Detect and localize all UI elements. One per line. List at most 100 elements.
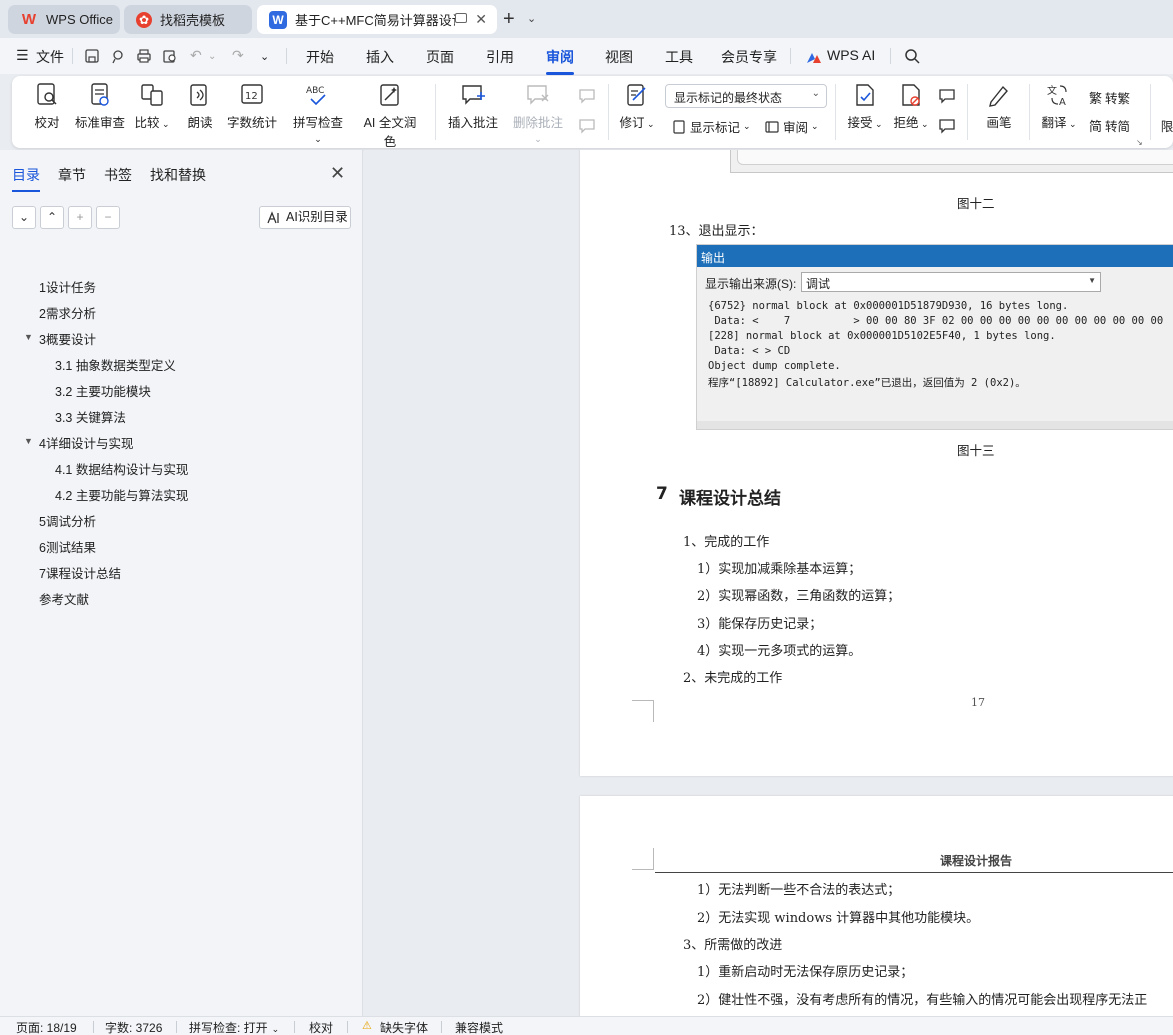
spell-check-indicator[interactable]: 拼写检查: 打开 ⌄	[189, 1019, 279, 1035]
paragraph: 3、所需做的改进	[683, 938, 783, 953]
toc-item[interactable]: 6测试结果	[39, 537, 96, 556]
export-pdf-icon[interactable]	[110, 48, 126, 64]
expand-triangle-icon[interactable]: ▼	[24, 332, 33, 342]
ai-polish-button[interactable]: AI 全文润色	[358, 82, 422, 150]
menu-review[interactable]: 审阅	[546, 47, 574, 75]
remove-heading-button[interactable]: −	[96, 206, 120, 229]
prev-change-icon[interactable]	[938, 88, 956, 104]
proofread-indicator[interactable]: 校对	[309, 1019, 333, 1035]
toc-item[interactable]: 3.1 抽象数据类型定义	[55, 355, 176, 374]
toc-item[interactable]: 3.3 关键算法	[55, 407, 126, 426]
tab-chapters[interactable]: 章节	[58, 165, 86, 185]
toc-item[interactable]: 5调试分析	[39, 511, 96, 530]
read-aloud-button[interactable]: 朗读	[186, 82, 214, 131]
save-icon[interactable]	[84, 48, 100, 64]
menu-reference[interactable]: 引用	[486, 47, 514, 67]
print-preview-icon[interactable]	[162, 48, 178, 64]
menu-file[interactable]: 文件	[36, 47, 64, 67]
print-icon[interactable]	[136, 48, 152, 64]
hamburger-icon[interactable]: ☰	[16, 47, 29, 64]
list-item: 1）无法判断一些不合法的表达式；	[697, 883, 901, 898]
menu-view[interactable]: 视图	[605, 47, 633, 67]
page-indicator[interactable]: 页面: 18/19	[16, 1019, 77, 1035]
close-pane-icon[interactable]: ✕	[330, 163, 345, 184]
missing-font-indicator[interactable]: 缺失字体	[380, 1019, 428, 1035]
standard-review-button[interactable]: 标准审查	[74, 82, 126, 131]
toc-item[interactable]: 2需求分析	[39, 303, 96, 322]
new-tab-icon[interactable]: +	[503, 9, 515, 29]
toc-item[interactable]: 3概要设计	[39, 329, 96, 348]
expand-triangle-icon[interactable]: ▼	[24, 436, 33, 446]
accept-button[interactable]: 接受 ⌄	[846, 82, 884, 131]
ai-toc-icon	[267, 211, 279, 224]
ribbon-toolbar: 校对 标准审查 比较 ⌄ 朗读 12 字数统计 ABC 拼写检查 ⌄ AI 全文…	[12, 76, 1173, 150]
compare-button[interactable]: 比较 ⌄	[134, 82, 170, 131]
prev-comment-icon[interactable]	[578, 88, 596, 104]
next-comment-icon[interactable]	[578, 118, 596, 134]
to-traditional-button[interactable]: 繁 转繁	[1089, 88, 1130, 107]
revise-button[interactable]: 修订 ⌄	[618, 82, 656, 131]
more-chevron-icon[interactable]: ⌄	[260, 50, 269, 63]
tab-find-replace[interactable]: 找和替换	[150, 165, 206, 185]
menu-member[interactable]: 会员专享	[721, 47, 777, 67]
ribbon-divider	[1029, 84, 1030, 140]
menu-insert[interactable]: 插入	[366, 47, 394, 67]
divider	[790, 48, 791, 64]
word-count-button[interactable]: 12 字数统计	[226, 82, 278, 131]
tab-bookmarks[interactable]: 书签	[104, 165, 132, 185]
paragraph: 2、未完成的工作	[683, 671, 783, 686]
next-change-icon[interactable]	[938, 118, 956, 134]
to-simplified-button[interactable]: 简 转简	[1089, 116, 1130, 135]
tab-template[interactable]: ✿ 找稻壳模板	[124, 5, 252, 34]
toc-item[interactable]: 4详细设计与实现	[39, 433, 133, 452]
word-count-indicator[interactable]: 字数: 3726	[105, 1019, 162, 1035]
tab-document[interactable]: W 基于C++MFC简易计算器设计 ✕	[257, 5, 497, 34]
translate-button[interactable]: 文A 翻译 ⌄	[1039, 82, 1079, 131]
tab-wps-office[interactable]: W WPS Office	[8, 5, 120, 34]
delete-comment-button[interactable]: 删除批注 ⌄	[508, 82, 568, 145]
ai-toc-button[interactable]: AI识别目录	[259, 206, 351, 229]
monitor-icon[interactable]	[455, 13, 467, 23]
limit-button[interactable]: 限	[1160, 116, 1173, 135]
toc-item[interactable]: 4.2 主要功能与算法实现	[55, 485, 188, 504]
toc-item[interactable]: 3.2 主要功能模块	[55, 381, 151, 400]
proofread-button[interactable]: 校对	[32, 82, 62, 131]
ribbon-divider	[967, 84, 968, 140]
toc-item[interactable]: 1设计任务	[39, 277, 96, 296]
chevron-down-icon[interactable]: ⌄	[527, 12, 536, 25]
insert-comment-button[interactable]: 插入批注	[448, 82, 498, 131]
compat-mode-indicator[interactable]: 兼容模式	[455, 1019, 503, 1035]
margin-corner-mark	[632, 700, 654, 722]
chevron-down-icon[interactable]: ⌄	[208, 51, 216, 62]
tab-label: WPS Office	[46, 12, 113, 27]
revise-label: 修订	[619, 116, 645, 130]
toc-item[interactable]: 4.1 数据结构设计与实现	[55, 459, 188, 478]
collapse-down-button[interactable]: ⌄	[12, 206, 36, 229]
menu-start[interactable]: 开始	[306, 47, 334, 67]
undo-icon[interactable]: ↶	[190, 47, 202, 64]
add-heading-button[interactable]: +	[68, 206, 92, 229]
pen-button[interactable]: 画笔	[984, 82, 1014, 131]
menu-page[interactable]: 页面	[426, 47, 454, 67]
menu-tools[interactable]: 工具	[665, 47, 693, 67]
redo-icon[interactable]: ↷	[232, 47, 244, 64]
review-pane-button[interactable]: 审阅 ⌄	[765, 117, 819, 136]
search-icon[interactable]	[904, 48, 920, 64]
pen-label: 画笔	[986, 116, 1012, 130]
markup-mode-select[interactable]: 显示标记的最终状态 ⌄	[665, 84, 827, 108]
expand-ribbon-icon[interactable]: ↘	[1136, 138, 1143, 147]
menu-wps-ai[interactable]: WPS AI	[827, 47, 875, 63]
reject-button[interactable]: 拒绝 ⌄	[892, 82, 930, 131]
toc-item[interactable]: 7课程设计总结	[39, 563, 121, 582]
collapse-up-button[interactable]: ⌃	[40, 206, 64, 229]
menu-bar: ☰ 文件 ↶ ⌄ ↷ ⌄ 开始 插入 页面 引用 审阅 视图 工具 会员专享 W…	[0, 38, 1173, 75]
list-item: 2）无法实现 windows 计算器中其他功能模块。	[697, 911, 980, 926]
reject-icon	[902, 84, 920, 106]
toc-item[interactable]: 参考文献	[39, 589, 89, 608]
tab-toc[interactable]: 目录	[12, 165, 40, 192]
output-source-select: 调试 ▼	[801, 272, 1101, 292]
document-canvas[interactable]: 图十二 13、退出显示： 输出 显示输出来源(S): 调试 ▼ {6752} n…	[364, 150, 1173, 1016]
close-tab-icon[interactable]: ✕	[475, 11, 487, 28]
show-markup-button[interactable]: 显示标记 ⌄	[672, 117, 751, 136]
spell-check-button[interactable]: ABC 拼写检查 ⌄	[288, 82, 348, 145]
